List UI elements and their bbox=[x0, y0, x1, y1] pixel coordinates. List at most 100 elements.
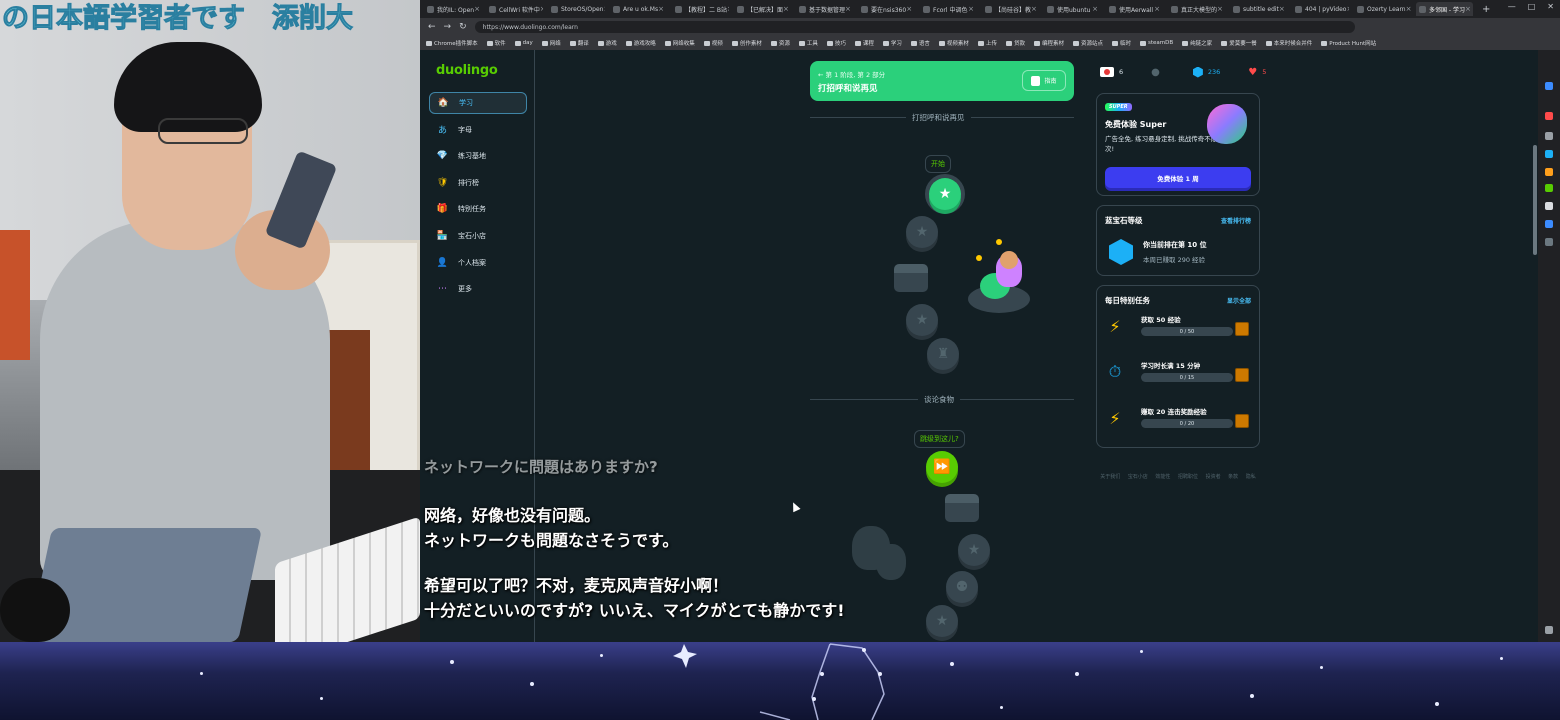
extension-icon[interactable] bbox=[1545, 150, 1553, 158]
bookmark-item[interactable]: 临时 bbox=[1112, 39, 1131, 47]
bookmark-item[interactable]: 翻译 bbox=[569, 39, 589, 47]
lesson-node-locked[interactable]: ⚉ bbox=[946, 571, 978, 603]
extension-icon[interactable] bbox=[1545, 112, 1553, 120]
bookmark-item[interactable]: 纯链之家 bbox=[1182, 39, 1212, 47]
bookmark-item[interactable]: 资源 bbox=[770, 39, 790, 47]
sidebar-item[interactable]: 🎁 特别任务 bbox=[429, 198, 527, 220]
unit-section-link[interactable]: ← 第 1 阶段, 第 2 部分 bbox=[818, 69, 885, 79]
browser-tab[interactable]: StoreOS/Open× bbox=[548, 2, 605, 16]
sidebar-item[interactable]: 🏠 学习 bbox=[429, 92, 527, 114]
bookmark-item[interactable]: 技巧 bbox=[826, 39, 846, 47]
close-tab-icon[interactable]: × bbox=[1346, 5, 1349, 13]
close-tab-icon[interactable]: × bbox=[1279, 5, 1285, 13]
bookmark-item[interactable]: 视频素材 bbox=[938, 39, 969, 47]
browser-tab[interactable]: Are u ok.Ms × bbox=[610, 2, 667, 16]
bookmark-item[interactable]: Product Hunt网站 bbox=[1321, 39, 1376, 47]
sidebar-item[interactable]: 💎 练习基地 bbox=[429, 145, 527, 167]
bookmark-item[interactable]: 游戏 bbox=[597, 39, 617, 47]
bookmark-item[interactable]: 上传 bbox=[977, 39, 997, 47]
close-tab-icon[interactable]: × bbox=[540, 5, 543, 13]
extension-icon[interactable] bbox=[1545, 238, 1553, 246]
extension-icon[interactable] bbox=[1545, 220, 1553, 228]
browser-tab[interactable]: 要在nsis360 × bbox=[858, 2, 915, 16]
footer-links[interactable]: 关于我们 宝石小店 效能性 招聘职位 投资者 条款 隐私 bbox=[1096, 470, 1260, 484]
sidebar-item[interactable]: 👤 个人档案 bbox=[429, 252, 527, 274]
scrollbar-thumb[interactable] bbox=[1533, 145, 1537, 255]
browser-tab[interactable]: 【教程】二 B站× bbox=[672, 2, 729, 16]
gems-counter[interactable]: 236 bbox=[1192, 66, 1220, 78]
url-field[interactable]: https://www.duolingo.com/learn bbox=[474, 21, 1355, 33]
extension-icon[interactable] bbox=[1545, 132, 1553, 140]
bookmark-item[interactable]: 编程素材 bbox=[1033, 39, 1064, 47]
settings-gear-icon[interactable] bbox=[1545, 626, 1553, 634]
browser-tab[interactable]: 404 | pyVideo× bbox=[1292, 2, 1349, 16]
bookmark-item[interactable]: 本来时候合并件 bbox=[1265, 39, 1312, 47]
bookmark-item[interactable]: day bbox=[514, 40, 533, 46]
browser-tab[interactable]: Ozerty Learn × bbox=[1354, 2, 1411, 16]
close-tab-icon[interactable]: × bbox=[1217, 5, 1223, 13]
close-tab-icon[interactable]: × bbox=[906, 5, 912, 13]
browser-tab[interactable]: CellWri 软件中 × bbox=[486, 2, 543, 16]
back-icon[interactable]: ← bbox=[428, 22, 436, 32]
bookmark-item[interactable]: 软件 bbox=[486, 39, 506, 47]
bookmark-item[interactable]: 工具 bbox=[798, 39, 818, 47]
new-tab-button[interactable]: + bbox=[1482, 4, 1490, 15]
sidebar-item[interactable]: 🛡 排行榜 bbox=[429, 172, 527, 194]
browser-tab[interactable]: 【尚硅谷】教 × bbox=[982, 2, 1039, 16]
streak-counter[interactable]: ● bbox=[1151, 67, 1165, 78]
extension-icon[interactable] bbox=[1545, 184, 1553, 192]
browser-tab[interactable]: 【已解决】面 × bbox=[734, 2, 791, 16]
duolingo-logo[interactable]: duolingo bbox=[436, 63, 498, 78]
lesson-node-locked[interactable]: ♜ bbox=[927, 338, 959, 370]
treasure-chest-locked[interactable] bbox=[894, 264, 928, 292]
close-tab-icon[interactable]: × bbox=[783, 5, 789, 13]
treasure-chest-locked[interactable] bbox=[945, 494, 979, 522]
extension-icon[interactable] bbox=[1545, 202, 1553, 210]
close-tab-icon[interactable]: × bbox=[1465, 5, 1471, 13]
reload-icon[interactable]: ↻ bbox=[459, 22, 467, 32]
sidebar-item[interactable]: あ 字母 bbox=[429, 119, 527, 141]
lesson-node-locked[interactable]: ★ bbox=[906, 304, 938, 336]
browser-tab[interactable]: Fcorl 中调色 × bbox=[920, 2, 977, 16]
close-tab-icon[interactable]: × bbox=[658, 5, 664, 13]
bookmark-item[interactable]: 视频 bbox=[703, 39, 723, 47]
free-trial-button[interactable]: 免费体验 1 周 bbox=[1105, 167, 1251, 188]
close-tab-icon[interactable]: × bbox=[1031, 5, 1037, 13]
sidebar-item[interactable]: 🏪 宝石小店 bbox=[429, 225, 527, 247]
forward-icon[interactable]: → bbox=[444, 22, 452, 32]
bookmark-item[interactable]: Chrome插件脚本 bbox=[426, 39, 478, 47]
show-all-quests-link[interactable]: 显示全部 bbox=[1227, 296, 1251, 305]
browser-tab[interactable]: 真正大模型的 × bbox=[1168, 2, 1225, 16]
hearts-counter[interactable]: ♥ 5 bbox=[1248, 67, 1266, 78]
bookmark-item[interactable]: 创作素材 bbox=[731, 39, 762, 47]
browser-tab[interactable]: 多邻国 - 学习 × bbox=[1416, 2, 1473, 16]
close-tab-icon[interactable]: × bbox=[727, 5, 729, 13]
bookmark-item[interactable]: 贷款 bbox=[1005, 39, 1025, 47]
close-tab-icon[interactable]: × bbox=[1092, 5, 1098, 13]
view-leaderboard-link[interactable]: 查看排行榜 bbox=[1221, 216, 1251, 225]
maximize-button[interactable]: □ bbox=[1528, 2, 1536, 11]
bookmark-item[interactable]: 游戏攻略 bbox=[625, 39, 656, 47]
browser-tab[interactable]: subtitle edit × bbox=[1230, 2, 1287, 16]
bookmark-item[interactable]: 网络 bbox=[541, 39, 561, 47]
extension-icon[interactable] bbox=[1545, 82, 1553, 90]
bookmark-item[interactable]: steamDB bbox=[1140, 40, 1173, 46]
minimize-button[interactable]: — bbox=[1508, 2, 1516, 11]
lesson-node-locked[interactable]: ★ bbox=[906, 216, 938, 248]
bookmark-item[interactable]: 课程 bbox=[854, 39, 874, 47]
bookmark-item[interactable]: 语言 bbox=[910, 39, 930, 47]
guide-button[interactable]: 指南 bbox=[1022, 70, 1066, 91]
browser-tab[interactable]: 使用Aerwall × bbox=[1106, 2, 1163, 16]
bookmark-item[interactable]: 网络收集 bbox=[664, 39, 695, 47]
extension-icon[interactable] bbox=[1545, 168, 1553, 176]
close-tab-icon[interactable]: × bbox=[603, 5, 605, 13]
bookmark-item[interactable]: 学习 bbox=[882, 39, 902, 47]
close-tab-icon[interactable]: × bbox=[968, 5, 974, 13]
close-tab-icon[interactable]: × bbox=[1154, 5, 1160, 13]
bookmark-item[interactable]: 资源站点 bbox=[1072, 39, 1103, 47]
lesson-node-start[interactable]: ★ bbox=[929, 178, 961, 210]
close-tab-icon[interactable]: × bbox=[474, 5, 480, 13]
bookmark-item[interactable]: 爱莫要一餐 bbox=[1221, 39, 1257, 47]
sidebar-item[interactable]: ⋯ 更多 bbox=[429, 278, 527, 300]
close-tab-icon[interactable]: × bbox=[845, 5, 851, 13]
